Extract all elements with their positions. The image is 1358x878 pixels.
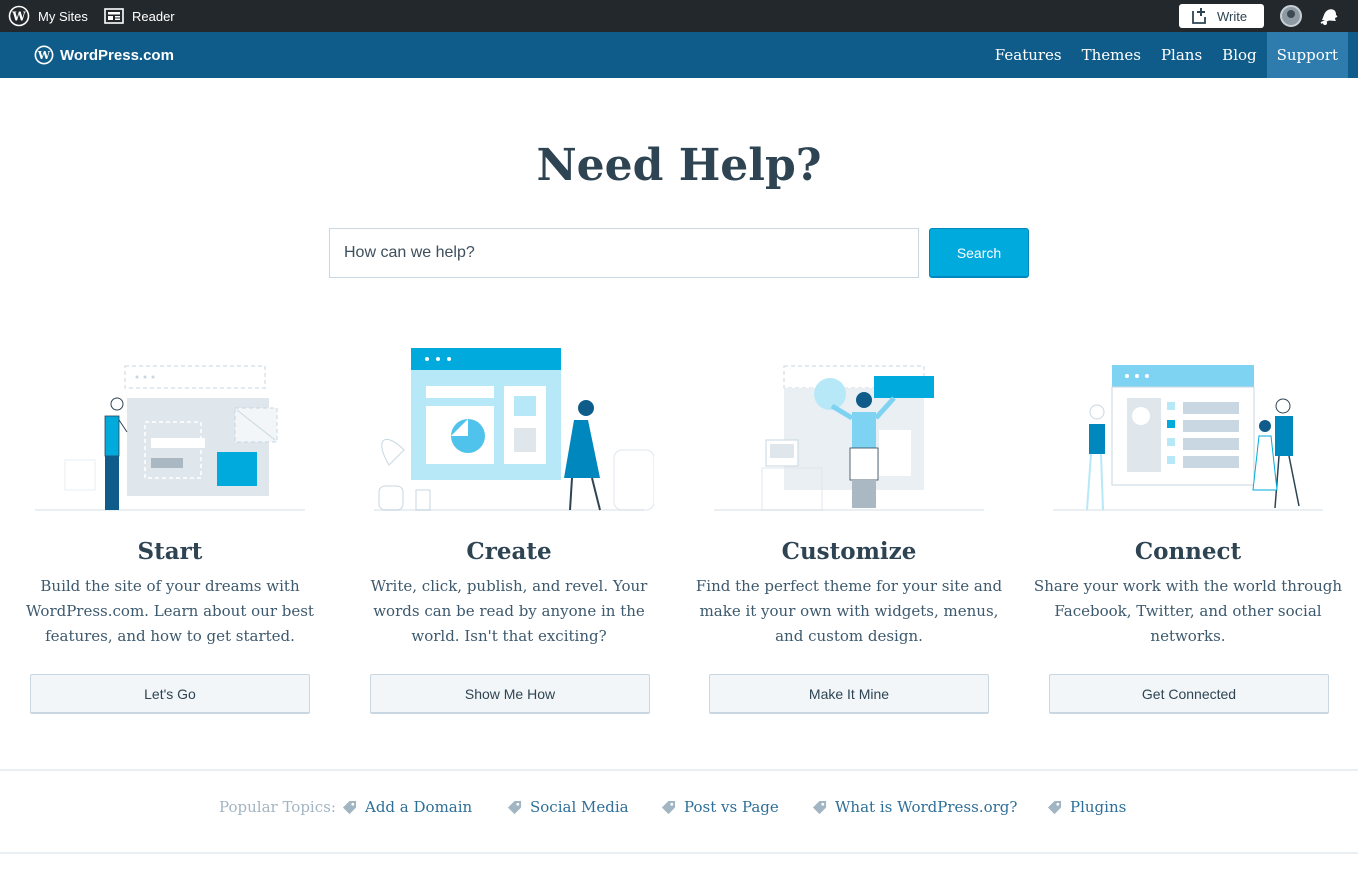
page-title: Need Help?: [536, 140, 822, 191]
nav-features[interactable]: Features: [985, 32, 1072, 78]
main-nav: Features Themes Plans Blog Support: [985, 32, 1348, 78]
topic-plugins[interactable]: Plugins: [1047, 798, 1126, 816]
admin-bar: W My Sites Reader Write: [0, 0, 1358, 32]
masterbar: W WordPress.com Features Themes Plans Bl…: [0, 32, 1358, 78]
card-title: Create: [466, 538, 552, 565]
brand-name: WordPress.com: [60, 46, 174, 64]
topic-label: What is WordPress.org?: [835, 798, 1018, 816]
topic-label: Social Media: [530, 798, 629, 816]
svg-text:W: W: [11, 10, 26, 24]
nav-blog[interactable]: Blog: [1212, 32, 1266, 78]
topic-label: Add a Domain: [365, 798, 473, 816]
nav-support[interactable]: Support: [1266, 32, 1348, 78]
divider-top: [0, 769, 1358, 771]
card-title: Connect: [1134, 538, 1242, 565]
connect-illustration: [1053, 365, 1323, 511]
topic-add-a-domain[interactable]: Add a Domain: [342, 798, 472, 816]
card-title: Start: [137, 538, 203, 565]
avatar[interactable]: [1280, 5, 1302, 27]
write-button[interactable]: Write: [1179, 4, 1264, 28]
reader-link[interactable]: Reader: [104, 0, 175, 32]
divider-bottom: [0, 852, 1358, 854]
topic-what-is-wordpress-org[interactable]: What is WordPress.org?: [812, 798, 1017, 816]
customize-illustration: [714, 365, 984, 511]
wordpress-logo-icon: W: [8, 5, 30, 27]
wordpress-logo-icon: W: [34, 45, 54, 65]
nav-plans[interactable]: Plans: [1151, 32, 1212, 78]
search-button[interactable]: Search: [929, 228, 1029, 278]
get-connected-button[interactable]: Get Connected: [1049, 674, 1329, 714]
popular-topics: Popular Topics: Add a Domain Social Medi…: [0, 798, 1358, 822]
topic-label: Plugins: [1070, 798, 1127, 816]
tag-icon: [507, 800, 522, 814]
svg-text:W: W: [37, 49, 51, 62]
card-description: Share your work with the world through F…: [1033, 577, 1343, 645]
lets-go-button[interactable]: Let's Go: [30, 674, 310, 714]
reader-icon: [104, 8, 124, 24]
card-title: Customize: [781, 538, 917, 565]
tag-icon: [342, 800, 357, 814]
card-description: Find the perfect theme for your site and…: [695, 577, 1003, 645]
my-sites-label: My Sites: [38, 8, 88, 24]
brand-logo[interactable]: W WordPress.com: [34, 32, 174, 78]
nav-themes[interactable]: Themes: [1072, 32, 1151, 78]
card-description: Build the site of your dreams with WordP…: [26, 577, 314, 645]
search-input[interactable]: [329, 228, 919, 278]
create-illustration: [374, 348, 654, 511]
popular-topics-label: Popular Topics:: [219, 798, 336, 816]
make-it-mine-button[interactable]: Make It Mine: [709, 674, 989, 714]
topic-label: Post vs Page: [684, 798, 779, 816]
write-label: Write: [1217, 8, 1248, 24]
start-illustration: [35, 365, 305, 511]
my-sites-link[interactable]: W My Sites: [8, 0, 88, 32]
write-plus-icon: [1192, 8, 1206, 24]
reader-label: Reader: [132, 8, 175, 24]
topic-social-media[interactable]: Social Media: [507, 798, 629, 816]
tag-icon: [1047, 800, 1062, 814]
card-description: Write, click, publish, and revel. Your w…: [370, 577, 648, 645]
topic-post-vs-page[interactable]: Post vs Page: [661, 798, 779, 816]
tag-icon: [812, 800, 827, 814]
show-me-how-button[interactable]: Show Me How: [370, 674, 650, 714]
notifications-bell-icon[interactable]: [1318, 6, 1340, 26]
tag-icon: [661, 800, 676, 814]
